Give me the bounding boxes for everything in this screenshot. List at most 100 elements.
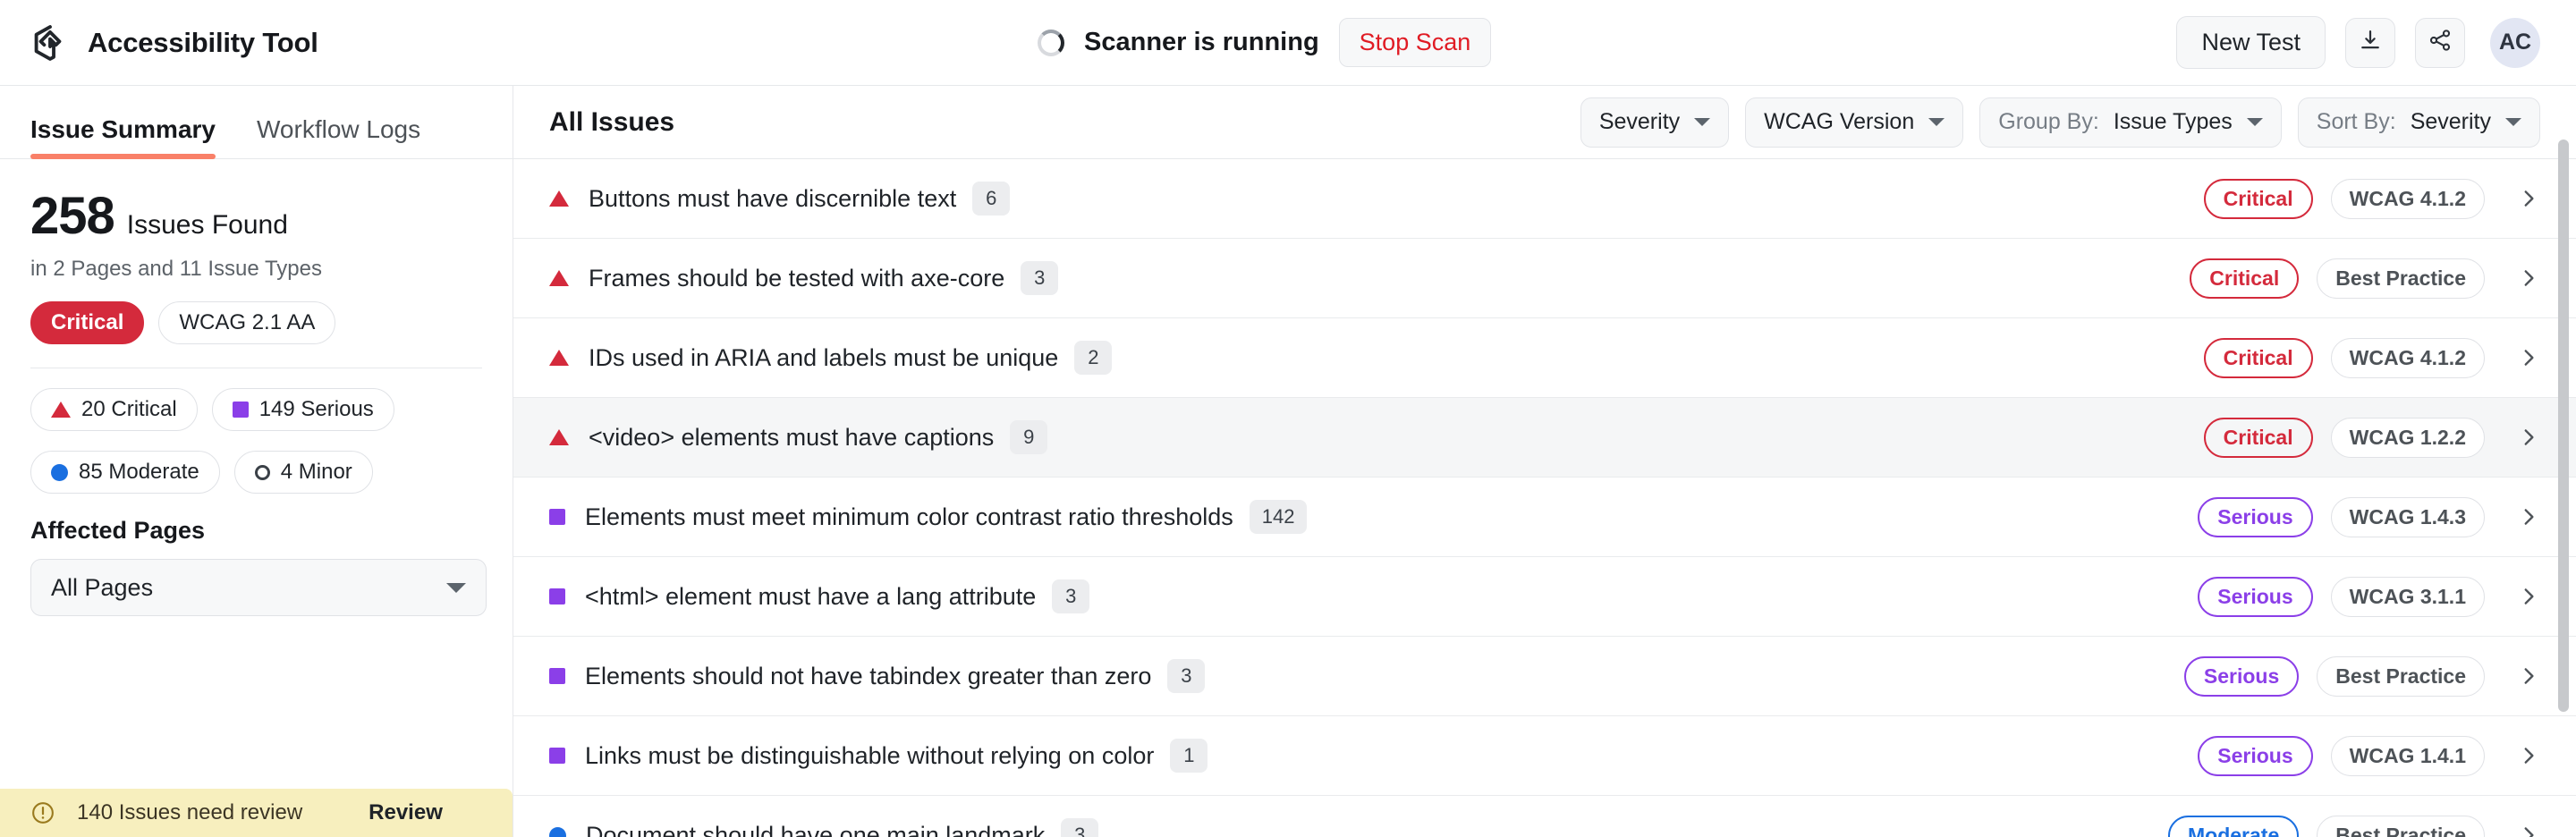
issue-summary-panel: 258 Issues Found in 2 Pages and 11 Issue…	[0, 159, 513, 616]
severity-marker	[549, 270, 569, 286]
ring-minor-icon	[254, 464, 270, 480]
share-button[interactable]	[2415, 17, 2465, 68]
review-banner-text: 140 Issues need review	[77, 800, 303, 824]
row-meta: Critical WCAG 1.2.2	[2203, 417, 2540, 458]
scanner-status-group: Scanner is running Stop Scan	[1038, 18, 1492, 67]
avatar[interactable]: AC	[2490, 17, 2540, 68]
table-row[interactable]: Buttons must have discernible text 6 Criti…	[513, 159, 2576, 239]
download-button[interactable]	[2345, 17, 2395, 68]
status-badge: Critical	[2190, 258, 2300, 299]
tab-issue-summary[interactable]: Issue Summary	[30, 115, 216, 159]
chevron-down-icon	[2505, 118, 2521, 126]
chevron-right-icon	[2503, 187, 2540, 210]
table-row[interactable]: Frames should be tested with axe-core 3 Cr…	[513, 239, 2576, 318]
main-content: All Issues Severity WCAG Version Group B…	[513, 86, 2576, 837]
issues-found-subtitle: in 2 Pages and 11 Issue Types	[30, 257, 323, 281]
severity-marker	[549, 668, 565, 684]
issue-title: <video> elements must have captions	[589, 423, 995, 451]
severity-marker	[549, 748, 565, 764]
sidebar: Issue Summary Workflow Logs 258 Issues F…	[0, 86, 513, 837]
severity-chip-minor[interactable]: 4 Minor	[233, 451, 373, 494]
triangle-critical-icon	[549, 270, 569, 286]
issue-list: Buttons must have discernible text 6 Criti…	[513, 159, 2576, 837]
row-meta: Moderate Best Practice	[2168, 815, 2540, 837]
wcag-badge: WCAG 1.4.1	[2330, 735, 2485, 776]
severity-marker	[549, 350, 569, 366]
table-row[interactable]: Elements must meet minimum color contras…	[513, 478, 2576, 557]
issue-count-badge: 3	[1021, 261, 1059, 295]
chevron-right-icon	[2503, 664, 2540, 688]
severity-marker	[549, 190, 569, 207]
row-meta: Serious Best Practice	[2183, 655, 2540, 697]
status-badge: Serious	[2198, 496, 2313, 537]
issue-title: IDs used in ARIA and labels must be uniq…	[589, 343, 1059, 371]
review-banner[interactable]: 140 Issues need review Review	[0, 789, 513, 837]
severity-chip-critical[interactable]: 20 Critical	[30, 388, 198, 431]
row-meta: Critical WCAG 4.1.2	[2203, 178, 2540, 219]
table-row[interactable]: Elements should not have tabindex greate…	[513, 637, 2576, 716]
wcag-badge: WCAG 1.2.2	[2330, 417, 2485, 458]
filter-sort-by-prefix: Sort By:	[2316, 109, 2396, 134]
filter-wcag-version[interactable]: WCAG Version	[1745, 97, 1964, 148]
severity-chip-row-2: 85 Moderate 4 Minor	[30, 451, 482, 494]
main-toolbar: All Issues Severity WCAG Version Group B…	[513, 86, 2576, 159]
table-row[interactable]: <video> elements must have captions 9 Crit…	[513, 398, 2576, 478]
issue-title: <html> element must have a lang attribut…	[585, 582, 1037, 610]
row-meta: Serious WCAG 1.4.3	[2198, 496, 2540, 537]
square-serious-icon	[549, 748, 565, 764]
issue-title: Links must be distinguishable without re…	[585, 741, 1155, 769]
download-icon	[2358, 28, 2383, 57]
circle-moderate-icon	[549, 826, 566, 837]
issue-title: Elements must meet minimum color contras…	[585, 503, 1233, 530]
severity-chip-moderate[interactable]: 85 Moderate	[30, 451, 220, 494]
wcag-badge: Best Practice	[2317, 655, 2485, 697]
issue-title: Frames should be tested with axe-core	[589, 264, 1005, 292]
affected-pages-value: All Pages	[51, 573, 154, 601]
table-row[interactable]: Links must be distinguishable without re…	[513, 716, 2576, 796]
status-badge: Serious	[2183, 655, 2300, 697]
circle-moderate-icon	[51, 463, 68, 481]
row-meta: Critical WCAG 4.1.2	[2203, 337, 2540, 378]
wcag-badge: WCAG 1.4.3	[2330, 496, 2485, 537]
status-badge: Critical	[2203, 337, 2313, 378]
status-badge: Serious	[2198, 735, 2313, 776]
triangle-critical-icon	[549, 350, 569, 366]
filter-group-by[interactable]: Group By: Issue Types	[1979, 97, 2282, 148]
new-test-button[interactable]: New Test	[2176, 16, 2326, 69]
chevron-down-icon	[1928, 118, 1945, 126]
alert-circle-icon	[30, 800, 55, 825]
row-meta: Serious WCAG 1.4.1	[2198, 735, 2540, 776]
severity-marker	[549, 826, 566, 837]
issues-found-label: Issues Found	[126, 210, 288, 240]
triangle-critical-icon	[549, 190, 569, 207]
filter-wcag-version-label: WCAG Version	[1764, 109, 1915, 134]
status-badge: Critical	[2203, 178, 2313, 219]
app-header: Accessibility Tool Scanner is running St…	[0, 0, 2576, 86]
stop-scan-button[interactable]: Stop Scan	[1338, 18, 1492, 67]
square-serious-icon	[549, 588, 565, 604]
app-title: Accessibility Tool	[88, 26, 318, 58]
filter-sort-by[interactable]: Sort By: Severity	[2297, 97, 2540, 148]
issue-count-badge: 3	[1052, 579, 1090, 613]
review-button[interactable]: Review	[369, 800, 443, 825]
chevron-right-icon	[2503, 266, 2540, 290]
filter-severity[interactable]: Severity	[1580, 97, 1730, 148]
issue-count-badge: 3	[1061, 818, 1099, 837]
table-row[interactable]: Document should have one main landmark 3 M…	[513, 796, 2576, 837]
table-row[interactable]: <html> element must have a lang attribut…	[513, 557, 2576, 637]
tab-workflow-logs[interactable]: Workflow Logs	[257, 115, 420, 158]
filter-group-by-prefix: Group By:	[1998, 109, 2099, 134]
wcag-badge: WCAG 3.1.1	[2330, 576, 2485, 617]
chevron-down-icon	[446, 582, 466, 593]
severity-chip-serious-label: 149 Serious	[258, 397, 374, 421]
severity-chip-serious[interactable]: 149 Serious	[211, 388, 394, 431]
loading-spinner-icon	[1038, 29, 1064, 56]
scanner-status-text: Scanner is running	[1084, 28, 1319, 56]
affected-pages-select[interactable]: All Pages	[30, 559, 487, 616]
hexagon-arrow-logo-icon	[30, 23, 70, 63]
table-row[interactable]: IDs used in ARIA and labels must be uniq…	[513, 318, 2576, 398]
severity-chip-minor-label: 4 Minor	[280, 460, 352, 484]
chevron-right-icon	[2503, 346, 2540, 369]
severity-marker	[549, 509, 565, 525]
sidebar-tabs: Issue Summary Workflow Logs	[0, 86, 513, 159]
